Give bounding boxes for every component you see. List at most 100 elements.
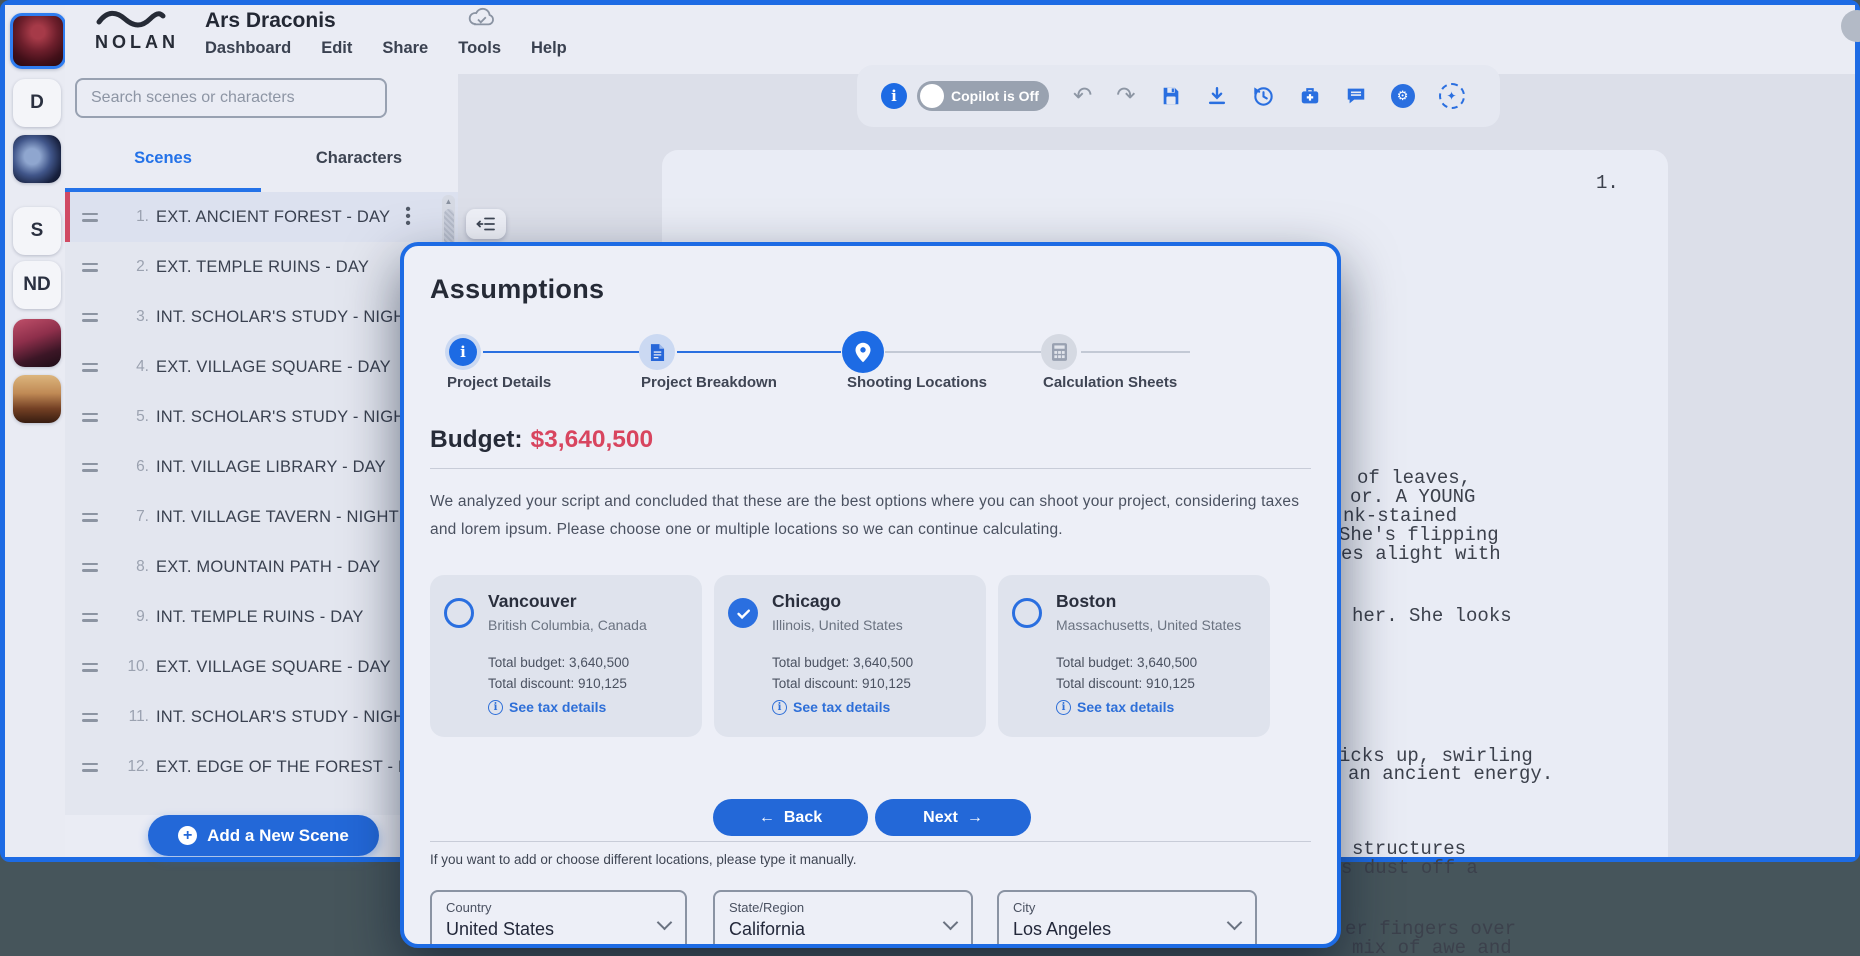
drag-handle-icon[interactable] — [82, 563, 98, 572]
scene-number: 11. — [103, 708, 149, 726]
dropdown-label: Country — [446, 900, 671, 915]
cloud-sync-icon — [467, 7, 497, 34]
drag-handle-icon[interactable] — [82, 663, 98, 672]
menu-item-tools[interactable]: Tools — [458, 39, 501, 58]
step-doc-icon[interactable] — [639, 334, 675, 370]
add-scene-button[interactable]: + Add a New Scene — [148, 815, 379, 856]
dropdown-value: California — [729, 919, 957, 940]
drag-handle-icon[interactable] — [82, 263, 98, 272]
step-connector — [677, 351, 841, 353]
comment-icon[interactable] — [1345, 85, 1367, 107]
project-icon-dragon[interactable] — [10, 13, 66, 69]
ai-head-icon[interactable]: ⚙ — [1391, 84, 1415, 108]
menu-item-edit[interactable]: Edit — [321, 39, 352, 58]
step-info-icon[interactable]: i — [445, 334, 481, 370]
app-header: NOLAN Ars Draconis DashboardEditShareToo… — [65, 5, 1855, 74]
history-icon[interactable] — [1252, 85, 1275, 108]
scene-title: INT. TEMPLE RUINS - DAY — [156, 608, 364, 627]
assumptions-modal: Assumptions iProject DetailsProject Brea… — [400, 242, 1341, 948]
drag-handle-icon[interactable] — [82, 313, 98, 322]
drag-handle-icon[interactable] — [82, 213, 98, 222]
budget-line: Budget:$3,640,500 — [430, 426, 653, 454]
step-calc-icon[interactable] — [1041, 334, 1077, 370]
scrollbar-up-icon[interactable]: ▲ — [442, 197, 455, 206]
avatar-nd[interactable]: ND — [13, 261, 61, 309]
location-name: Chicago — [772, 591, 841, 612]
collapse-panel-button[interactable] — [466, 209, 506, 239]
search-input[interactable] — [75, 78, 387, 118]
tab-scenes[interactable]: Scenes — [65, 125, 261, 192]
back-button[interactable]: ← Back — [713, 799, 868, 836]
drag-handle-icon[interactable] — [82, 413, 98, 422]
description-line: We analyzed your script and concluded th… — [430, 493, 1299, 511]
location-card-boston[interactable]: BostonMassachusetts, United StatesTotal … — [998, 575, 1270, 737]
tax-details-label: See tax details — [793, 699, 890, 715]
dropdown-city[interactable]: CityLos Angeles — [997, 890, 1257, 948]
undo-icon[interactable]: ↶ — [1073, 85, 1092, 108]
menu-item-dashboard[interactable]: Dashboard — [205, 39, 291, 58]
info-circle-icon: i — [1056, 700, 1071, 715]
next-arrow-icon: → — [967, 809, 983, 827]
next-button[interactable]: Next → — [875, 799, 1031, 836]
main-menu: Dashboard Edit Share Tools Help — [205, 39, 567, 58]
step-pin-icon[interactable] — [842, 331, 884, 373]
scene-row[interactable]: 1.EXT. ANCIENT FOREST - DAY••• — [65, 192, 458, 242]
step-connector — [483, 351, 639, 353]
scene-number: 9. — [103, 608, 149, 626]
avatar-figure-sepia[interactable] — [13, 375, 61, 423]
scene-number: 3. — [103, 308, 149, 326]
drag-handle-icon[interactable] — [82, 513, 98, 522]
menu-item-help[interactable]: Help — [531, 39, 567, 58]
avatar-face-art[interactable] — [13, 135, 61, 183]
location-card-vancouver[interactable]: VancouverBritish Columbia, CanadaTotal b… — [430, 575, 702, 737]
scene-title: INT. SCHOLAR'S STUDY - NIGHT — [156, 708, 416, 727]
ai-sync-icon[interactable]: ✦ — [1439, 83, 1465, 109]
menu-item-share[interactable]: Share — [382, 39, 428, 58]
tab-characters[interactable]: Characters — [261, 125, 457, 192]
scene-number: 12. — [103, 758, 149, 776]
drag-handle-icon[interactable] — [82, 763, 98, 772]
tax-details-link[interactable]: iSee tax details — [488, 699, 606, 715]
drag-handle-icon[interactable] — [82, 463, 98, 472]
save-icon[interactable] — [1160, 85, 1182, 107]
drag-handle-icon[interactable] — [82, 363, 98, 372]
redo-icon[interactable]: ↷ — [1116, 85, 1135, 108]
step-label: Project Breakdown — [641, 374, 777, 391]
drag-handle-icon[interactable] — [82, 613, 98, 622]
radio-unchecked-icon[interactable] — [444, 598, 474, 628]
location-name: Boston — [1056, 591, 1116, 612]
medical-kit-icon[interactable] — [1299, 85, 1321, 107]
kebab-menu-icon[interactable]: ••• — [403, 206, 413, 227]
radio-unchecked-icon[interactable] — [1012, 598, 1042, 628]
description-line: and lorem ipsum. Please choose one or mu… — [430, 521, 1063, 539]
location-name: Vancouver — [488, 591, 577, 612]
location-region: British Columbia, Canada — [488, 617, 647, 633]
back-arrow-icon: ← — [759, 809, 775, 827]
location-region: Illinois, United States — [772, 617, 903, 633]
selected-indicator — [65, 192, 70, 242]
dropdown-country[interactable]: CountryUnited States — [430, 890, 687, 948]
scene-number: 2. — [103, 258, 149, 276]
avatar-s[interactable]: S — [13, 207, 61, 255]
tax-details-link[interactable]: i See tax details — [772, 699, 890, 715]
download-icon[interactable] — [1206, 85, 1228, 107]
avatar-figure-red[interactable] — [13, 319, 61, 367]
tax-details-link[interactable]: iSee tax details — [1056, 699, 1174, 715]
radio-checked-icon[interactable] — [728, 598, 758, 628]
step-label: Calculation Sheets — [1043, 374, 1177, 391]
location-card-chicago[interactable]: ChicagoIllinois, United StatesTotal budg… — [714, 575, 986, 737]
dropdown-stateregion[interactable]: State/RegionCalifornia — [713, 890, 973, 948]
manual-hint: If you want to add or choose different l… — [430, 852, 857, 867]
info-circle-icon: i — [772, 700, 787, 715]
location-discount: Total discount: 910,125 — [488, 676, 627, 691]
drag-handle-icon[interactable] — [82, 713, 98, 722]
budget-value: $3,640,500 — [531, 426, 654, 453]
copilot-label: Copilot is Off — [951, 88, 1039, 104]
screen: DSND NOLAN Ars Draconis DashboardEditSha… — [0, 0, 1860, 956]
copilot-toggle[interactable]: Copilot is Off — [917, 81, 1049, 111]
info-icon[interactable]: i — [881, 83, 907, 109]
scene-title: INT. SCHOLAR'S STUDY - NIGHT — [156, 308, 416, 327]
avatar-d[interactable]: D — [13, 79, 61, 127]
script-text-fragment: mix of awe and — [1352, 937, 1512, 956]
script-text-fragment: her. She looks — [1352, 605, 1512, 627]
